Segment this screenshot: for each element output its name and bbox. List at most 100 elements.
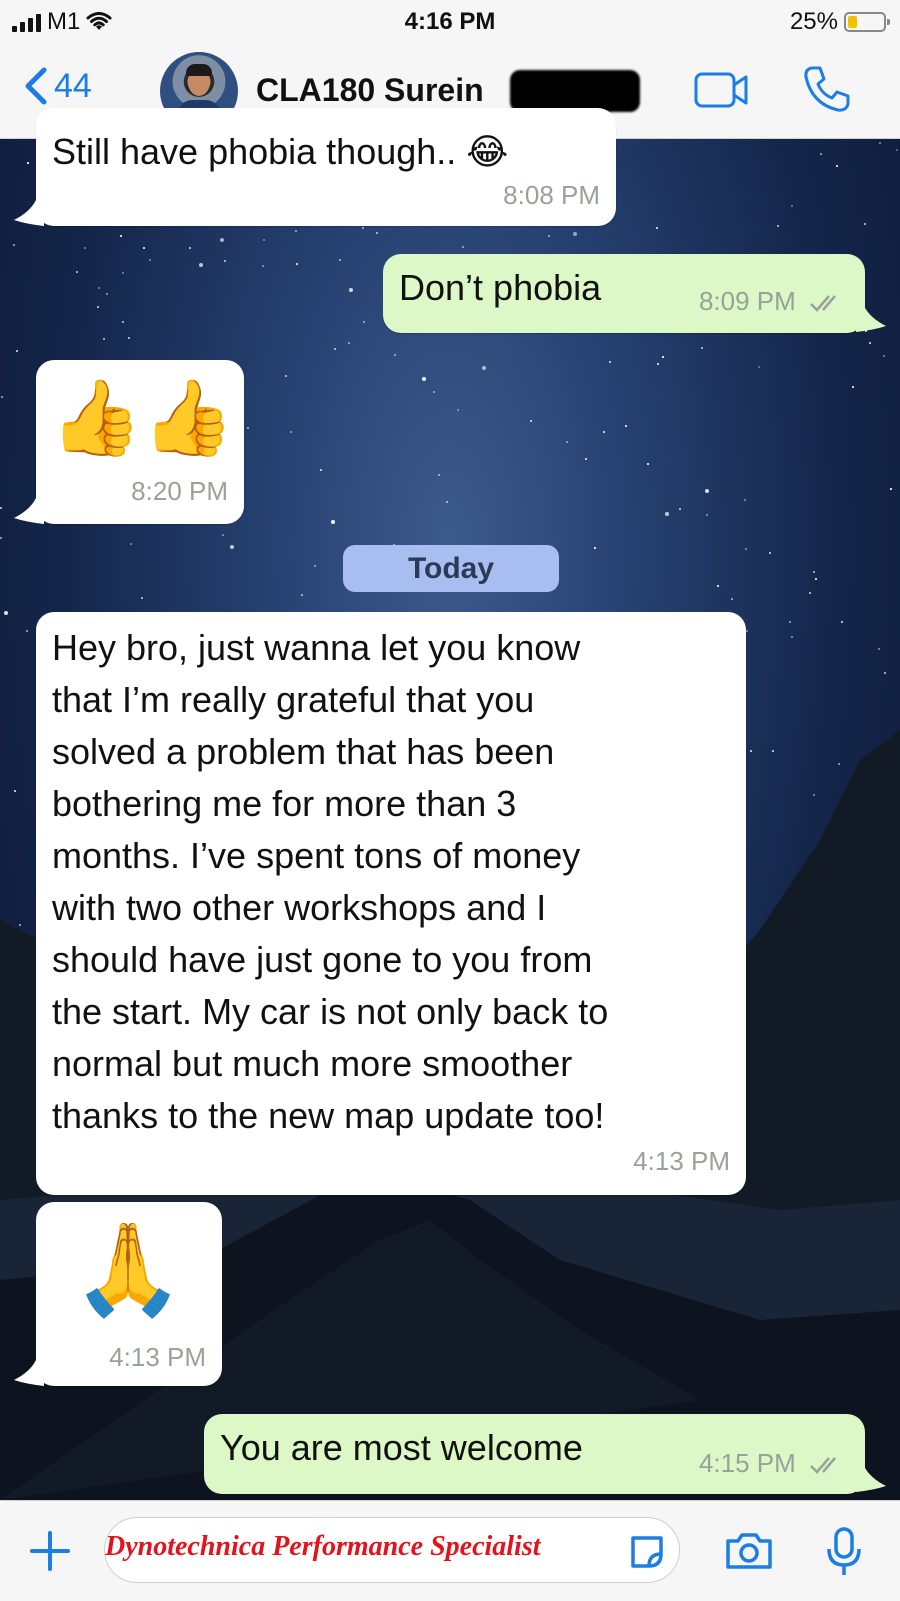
- camera-icon[interactable]: [724, 1531, 774, 1571]
- video-camera-icon[interactable]: [694, 70, 750, 110]
- message-line: bothering me for more than 3: [52, 783, 517, 824]
- star-dot: [745, 548, 747, 550]
- message-line: the start. My car is not only back to: [52, 991, 609, 1032]
- message-line: Hey bro, just wanna let you know: [52, 627, 581, 668]
- star-dot: [594, 547, 596, 549]
- star-dot: [841, 621, 843, 623]
- star-dot: [314, 565, 316, 567]
- read-receipt-icon: [810, 1457, 836, 1474]
- star-dot: [331, 520, 335, 524]
- star-dot: [809, 592, 811, 594]
- watermark-text: Dynotechnica Performance Specialist: [105, 1531, 541, 1562]
- star-dot: [98, 287, 100, 289]
- star-dot: [220, 238, 224, 242]
- star-dot: [103, 338, 105, 340]
- battery-icon: [844, 12, 890, 32]
- contact-name[interactable]: CLA180 Surein: [256, 72, 484, 109]
- message-text: Still have phobia though.. 😂: [52, 131, 509, 172]
- star-dot: [890, 488, 892, 490]
- star-dot: [295, 230, 297, 232]
- star-dot: [883, 355, 885, 357]
- date-separator: Today: [343, 545, 559, 592]
- star-dot: [27, 162, 29, 164]
- star-dot: [301, 594, 303, 596]
- unread-count: 44: [54, 66, 92, 105]
- star-dot: [896, 149, 898, 151]
- message-line: should have just gone to you from: [52, 939, 593, 980]
- star-dot: [334, 348, 336, 350]
- status-bar: M1 4:16 PM 25%: [0, 0, 900, 44]
- message-line: solved a problem that has been: [52, 731, 555, 772]
- star-dot: [263, 239, 265, 241]
- star-dot: [573, 232, 577, 236]
- star-dot: [530, 420, 532, 422]
- star-dot: [791, 636, 793, 638]
- status-time: 4:16 PM: [404, 8, 496, 35]
- star-dot: [422, 377, 426, 381]
- star-dot: [585, 458, 587, 460]
- star-dot: [433, 391, 435, 393]
- star-dot: [657, 363, 659, 365]
- chevron-left-icon: [25, 67, 47, 105]
- star-dot: [230, 545, 234, 549]
- star-dot: [149, 259, 151, 261]
- message-bubble-incoming[interactable]: 🙏 4:13 PM: [36, 1202, 222, 1386]
- star-dot: [820, 153, 822, 155]
- back-button[interactable]: 44: [24, 66, 92, 106]
- star-dot: [141, 597, 143, 599]
- star-dot: [609, 361, 611, 363]
- star-dot: [290, 431, 292, 433]
- star-dot: [884, 672, 886, 674]
- bubble-tail: [856, 1466, 886, 1492]
- long-message-body: Hey bro, just wanna let you know that I’…: [52, 622, 608, 1142]
- message-time: 8:09 PM: [699, 286, 845, 317]
- sticker-icon[interactable]: [627, 1532, 667, 1572]
- message-line: months. I’ve spent tons of money: [52, 835, 581, 876]
- star-dot: [16, 350, 18, 352]
- star-dot: [852, 386, 854, 388]
- star-dot: [813, 571, 815, 573]
- star-dot: [97, 306, 99, 308]
- star-dot: [122, 321, 124, 323]
- message-text: Don’t phobia: [399, 267, 602, 308]
- message-bubble-outgoing[interactable]: Don’t phobia 8:09 PM: [383, 254, 865, 333]
- star-dot: [362, 227, 364, 229]
- star-dot: [665, 512, 669, 516]
- star-dot: [706, 514, 708, 516]
- star-dot: [701, 347, 703, 349]
- phone-icon[interactable]: [802, 64, 850, 114]
- message-time: 8:20 PM: [131, 476, 228, 506]
- star-dot: [758, 366, 760, 368]
- star-dot: [878, 648, 880, 650]
- message-bubble-incoming[interactable]: 👍👍 8:20 PM: [36, 360, 244, 524]
- star-dot: [0, 507, 2, 509]
- star-dot: [864, 223, 866, 225]
- star-dot: [462, 246, 464, 248]
- star-dot: [446, 501, 448, 503]
- star-dot: [705, 489, 709, 493]
- star-dot: [199, 263, 203, 267]
- star-dot: [13, 244, 15, 246]
- star-dot: [662, 356, 664, 358]
- star-dot: [656, 227, 658, 229]
- star-dot: [791, 205, 793, 207]
- star-dot: [247, 427, 249, 429]
- star-dot: [130, 543, 132, 545]
- message-bubble-outgoing[interactable]: You are most welcome 4:15 PM: [204, 1414, 865, 1494]
- star-dot: [122, 272, 124, 274]
- message-line: that I’m really grateful that you: [52, 679, 535, 720]
- star-dot: [815, 578, 817, 580]
- star-dot: [348, 342, 350, 344]
- message-time-label: 8:09 PM: [698, 286, 796, 316]
- plus-icon[interactable]: [28, 1529, 72, 1573]
- star-dot: [285, 375, 287, 377]
- message-input[interactable]: Dynotechnica Performance Specialist: [104, 1517, 680, 1583]
- star-dot: [363, 321, 365, 323]
- microphone-icon[interactable]: [826, 1527, 862, 1577]
- star-dot: [603, 431, 605, 433]
- star-dot: [789, 621, 791, 623]
- message-bubble-incoming[interactable]: Hey bro, just wanna let you know that I’…: [36, 612, 746, 1195]
- message-bubble-incoming[interactable]: Still have phobia though.. 😂 8:08 PM: [36, 108, 616, 226]
- star-dot: [224, 260, 226, 262]
- message-text: You are most welcome: [220, 1427, 583, 1468]
